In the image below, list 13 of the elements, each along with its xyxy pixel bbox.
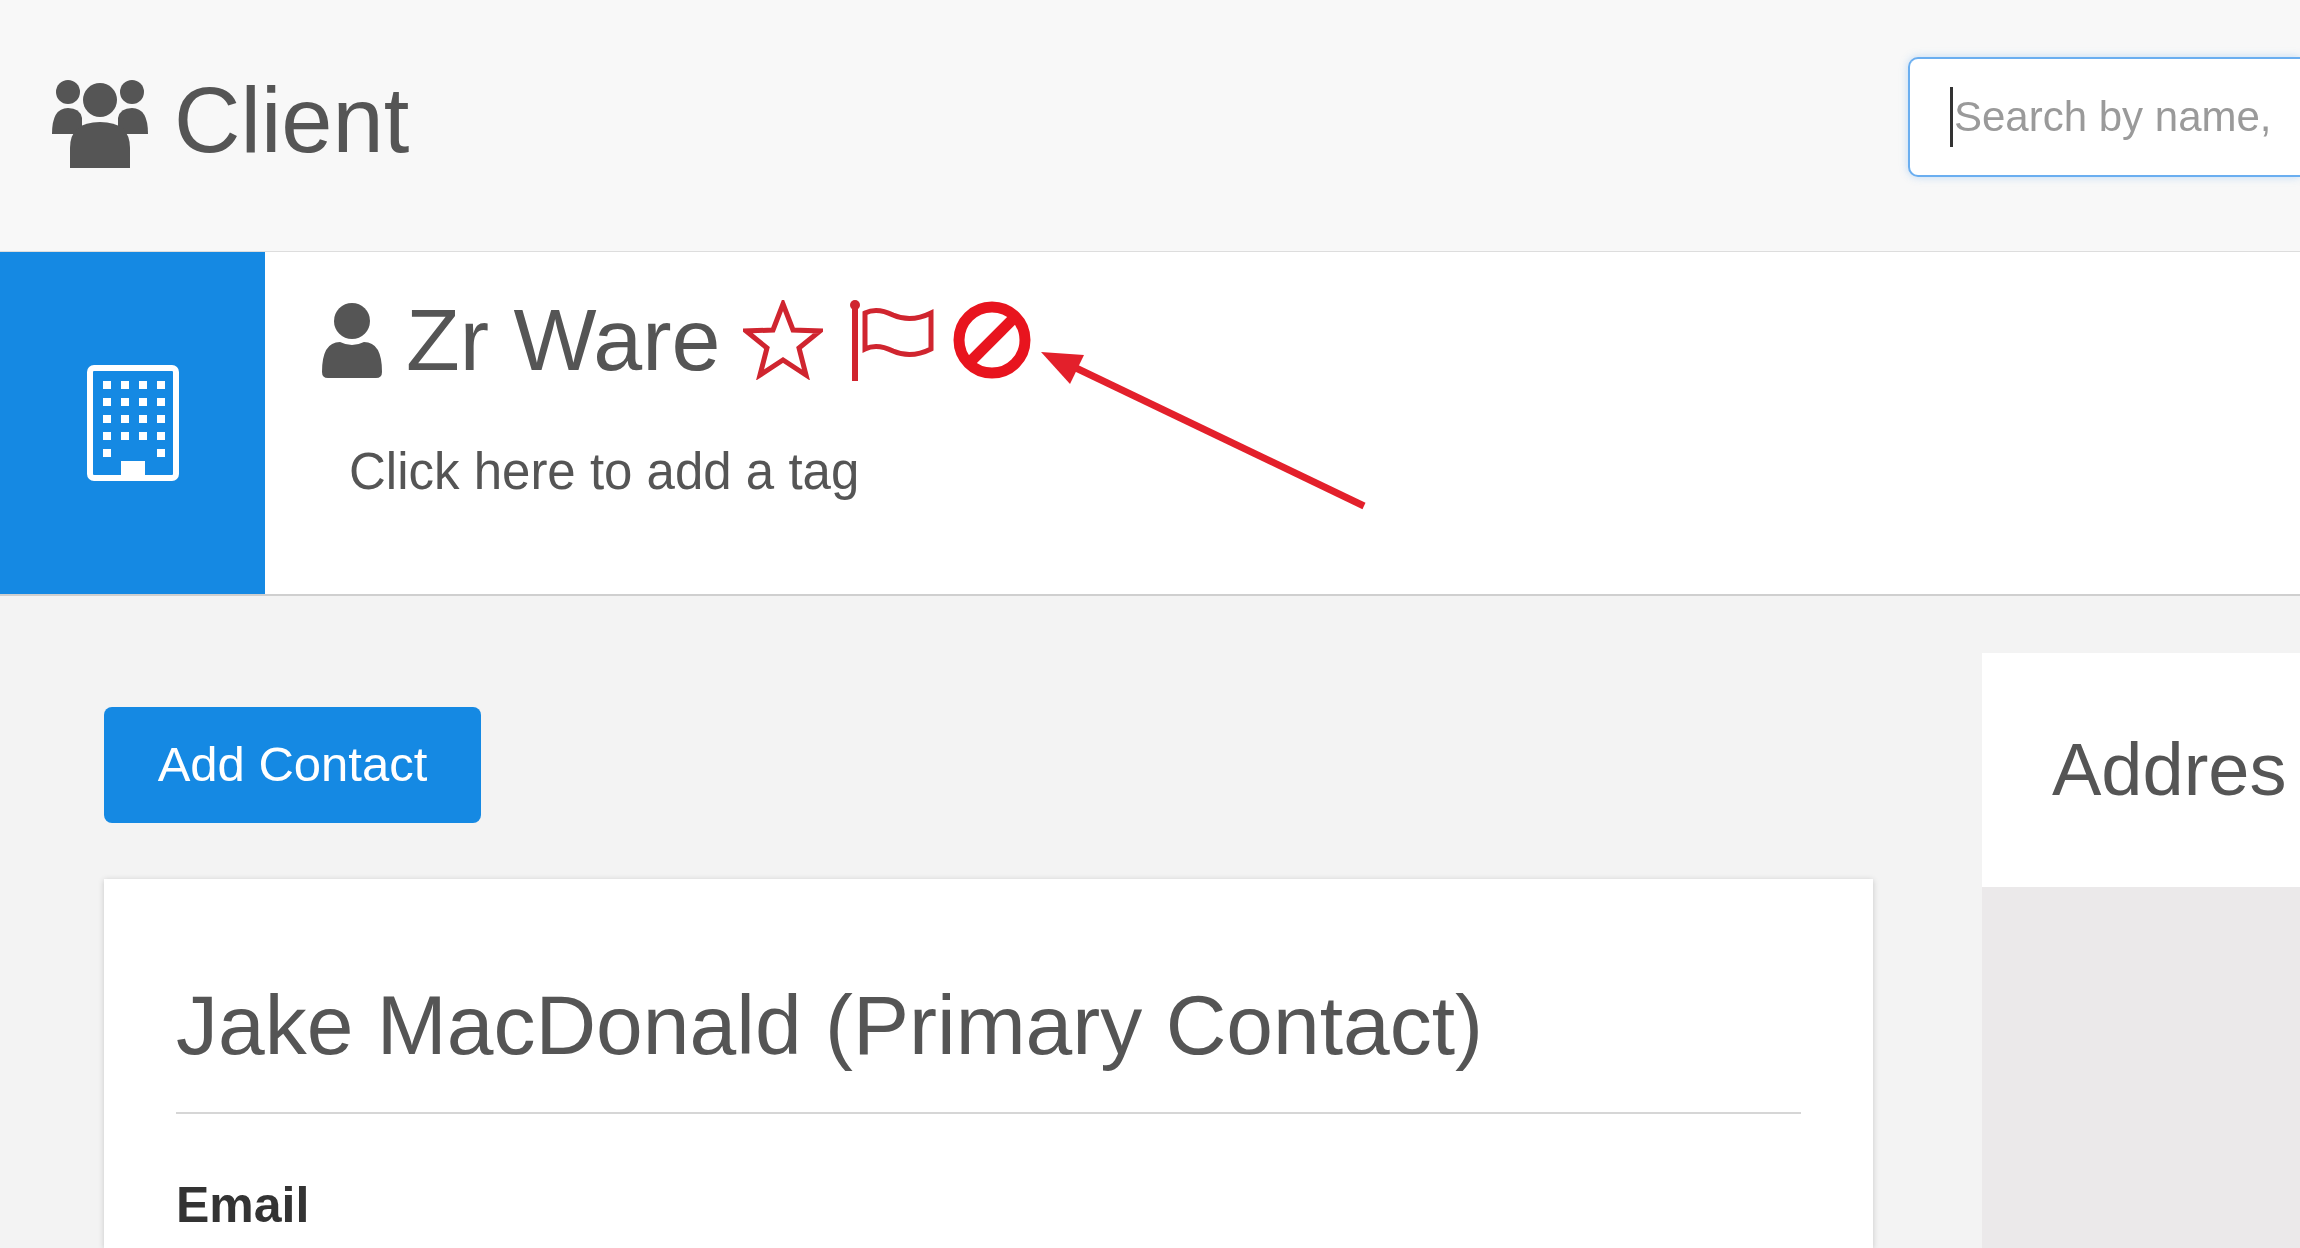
ban-icon[interactable] — [952, 301, 1031, 379]
search-field[interactable]: Search by name, — [1908, 57, 2300, 177]
contact-name: Jake MacDonald (Primary Contact) — [176, 978, 1484, 1072]
panel-title: Addres — [2052, 733, 2287, 807]
field-label: Email — [176, 1179, 310, 1230]
building-icon — [86, 365, 179, 481]
text-cursor-icon — [1950, 87, 1953, 147]
add-contact-button[interactable]: Add Contact — [104, 707, 481, 823]
client-name: Zr Ware — [406, 296, 721, 384]
star-icon[interactable] — [742, 300, 823, 380]
flag-icon[interactable] — [848, 299, 935, 381]
person-icon — [320, 302, 384, 378]
page-title: Client — [174, 74, 410, 166]
